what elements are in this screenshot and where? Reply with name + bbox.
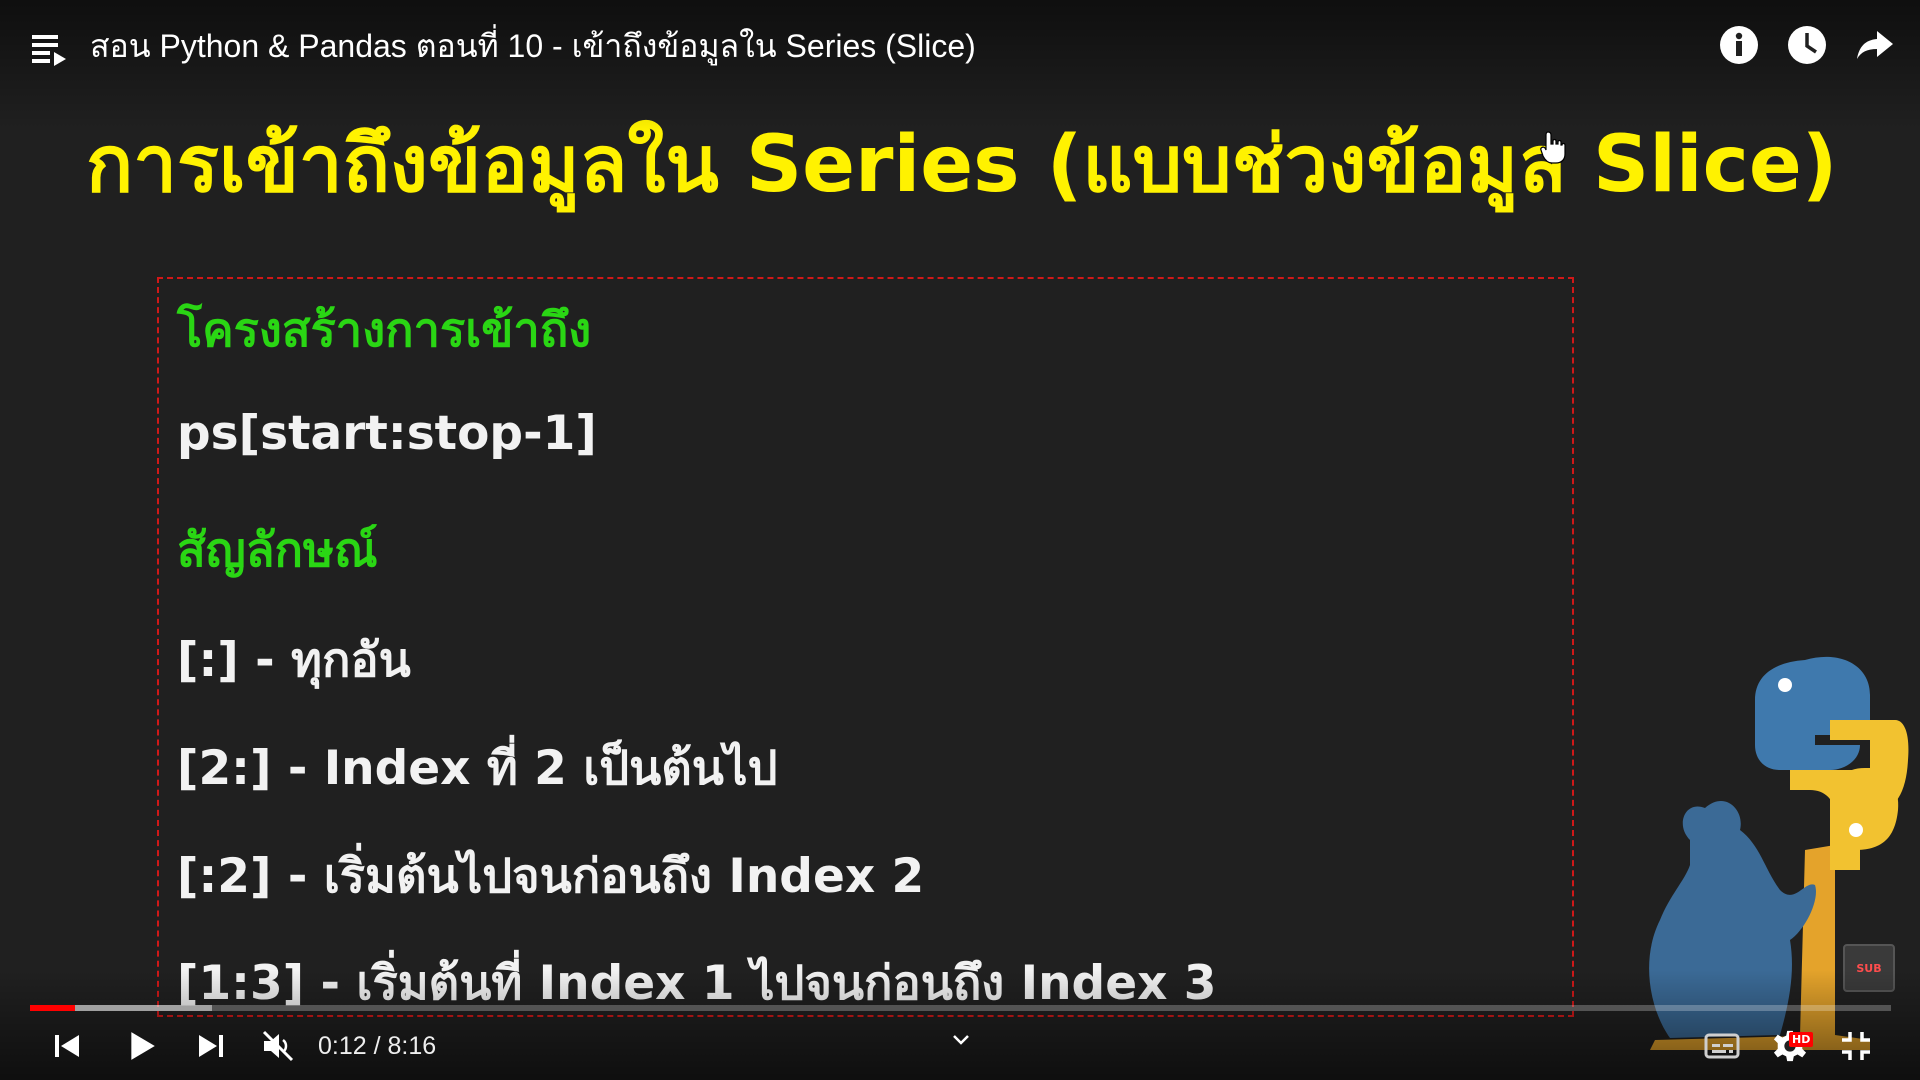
slice-item: [2:] - Index ที่ 2 เป็นต้นไป bbox=[177, 741, 778, 796]
structure-heading: โครงสร้างการเข้าถึง bbox=[177, 303, 592, 358]
slice-item: [:] - ทุกอัน bbox=[177, 633, 411, 688]
play-icon[interactable] bbox=[122, 1025, 162, 1067]
symbols-heading: สัญลักษณ์ bbox=[177, 523, 378, 578]
playlist-icon[interactable] bbox=[30, 28, 70, 68]
syntax-text: ps[start:stop-1] bbox=[177, 406, 597, 461]
share-icon[interactable] bbox=[1852, 22, 1898, 68]
exit-fullscreen-icon[interactable] bbox=[1836, 1025, 1876, 1067]
video-player[interactable]: การเข้าถึงข้อมูลใน Series (แบบช่วงข้อมูล… bbox=[0, 0, 1920, 1080]
video-title[interactable]: สอน Python & Pandas ตอนที่ 10 - เข้าถึงข… bbox=[90, 22, 976, 70]
next-icon[interactable] bbox=[194, 1025, 228, 1067]
slice-item: [:2] - เริ่มต้นไปจนก่อนถึง Index 2 bbox=[177, 849, 925, 904]
time-display: 0:12 / 8:16 bbox=[318, 1032, 437, 1060]
hd-badge: HD bbox=[1789, 1032, 1814, 1047]
hand-cursor-icon bbox=[1540, 131, 1566, 164]
muted-volume-icon[interactable] bbox=[258, 1025, 298, 1067]
info-icon[interactable] bbox=[1716, 22, 1762, 68]
progress-bar[interactable] bbox=[30, 1005, 1891, 1011]
previous-icon[interactable] bbox=[50, 1025, 84, 1067]
progress-played bbox=[30, 1005, 75, 1011]
watch-later-icon[interactable] bbox=[1784, 22, 1830, 68]
chevron-down-icon[interactable] bbox=[946, 1028, 976, 1052]
subtitles-icon[interactable] bbox=[1702, 1025, 1742, 1067]
